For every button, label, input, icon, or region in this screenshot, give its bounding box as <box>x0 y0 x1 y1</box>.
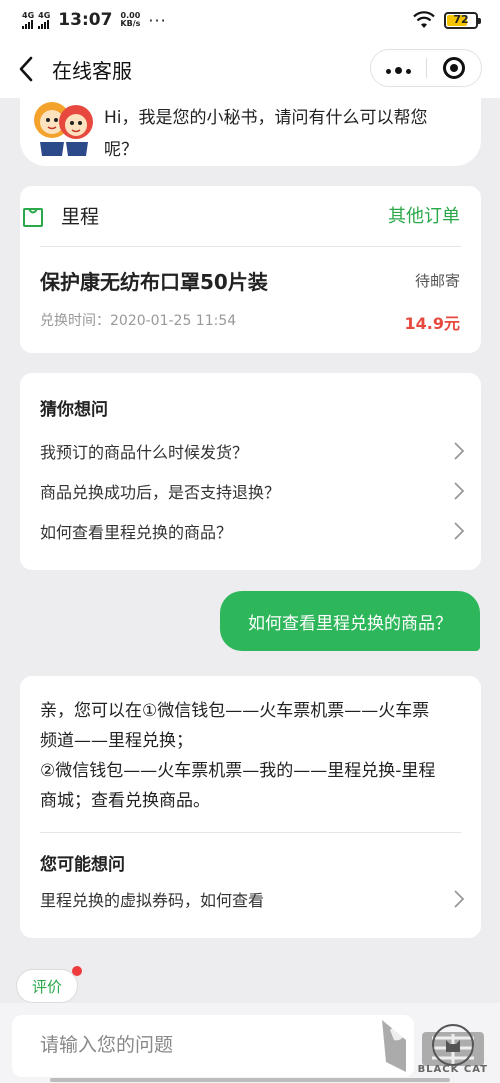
faq-item[interactable]: 如何查看里程兑换的商品？ <box>20 513 481 549</box>
rate-button[interactable]: 评价 <box>16 969 78 1003</box>
order-status: 待邮寄 <box>414 272 460 290</box>
status-bar: 4G 4G 13:07 0.00 KB/s ··· 72 <box>0 0 500 40</box>
bot-greeting-bubble: Hi，我是您的小秘书，请问有什么可以帮您呢？ <box>20 98 481 166</box>
divider <box>40 832 461 833</box>
chevron-right-icon <box>454 522 465 540</box>
nav-bar: 在线客服 <box>0 40 500 98</box>
notification-dots: ··· <box>148 10 167 30</box>
battery-icon: 72 <box>444 11 481 29</box>
chevron-right-icon <box>454 442 465 460</box>
answer-text-line: ②微信钱包——火车票机票—我的——里程兑换-里程 <box>40 761 436 781</box>
chat-area[interactable]: Hi，我是您的小秘书，请问有什么可以帮您呢？ 里程 其他订单 保护康无纺布口罩5… <box>0 98 500 1003</box>
page-title: 在线客服 <box>52 58 132 83</box>
back-icon <box>19 56 33 82</box>
close-miniprogram-button[interactable] <box>427 50 482 86</box>
faq-question: 商品兑换成功后，是否支持退换？ <box>40 483 281 502</box>
miniprogram-capsule <box>370 49 482 87</box>
target-icon <box>442 57 465 79</box>
faq-question: 我预订的商品什么时候发货？ <box>40 443 249 462</box>
redeem-time: 兑换时间：2020-01-25 11:54 <box>40 313 237 329</box>
order-price: 14.9元 <box>404 314 460 333</box>
related-question: 里程兑换的虚拟券码，如何查看 <box>40 891 265 910</box>
status-time: 13:07 <box>58 10 113 30</box>
mascot-avatar-icon <box>34 102 93 156</box>
chevron-right-icon <box>454 482 465 500</box>
answer-text-line: 频道——里程兑换； <box>40 731 193 751</box>
back-button[interactable] <box>0 40 52 98</box>
more-icon <box>384 59 413 78</box>
notification-badge <box>72 966 82 976</box>
signal-indicator-1: 4G <box>22 10 35 29</box>
divider <box>40 246 461 247</box>
product-name: 保护康无纺布口罩50片装 <box>40 270 268 294</box>
watermark-text: BLACK CAT <box>417 1064 488 1075</box>
shopping-bag-icon <box>23 208 43 227</box>
net-speed-unit: KB/s <box>120 19 141 28</box>
more-button[interactable] <box>371 50 426 86</box>
battery-level: 72 <box>453 12 469 26</box>
question-input-box[interactable] <box>12 1015 414 1077</box>
faq-question: 如何查看里程兑换的商品？ <box>40 523 233 542</box>
home-indicator <box>50 1078 450 1082</box>
signal-indicator-2: 4G <box>38 10 51 29</box>
other-orders-link[interactable]: 其他订单 <box>388 202 460 228</box>
wifi-icon <box>413 11 435 28</box>
faq-item[interactable]: 我预订的商品什么时候发货？ <box>20 433 481 469</box>
signal-label: 4G <box>38 10 51 20</box>
chevron-right-icon <box>454 890 465 908</box>
signal-bars-icon <box>38 19 50 29</box>
answer-text-line: 亲，您可以在①微信钱包——火车票机票——火车票 <box>40 701 430 721</box>
user-message-bubble: 如何查看里程兑换的商品？ <box>220 591 480 651</box>
related-item[interactable]: 里程兑换的虚拟券码，如何查看 <box>20 881 481 917</box>
net-speed: 0.00 KB/s <box>120 12 140 28</box>
greeting-text: Hi，我是您的小秘书，请问有什么可以帮您呢？ <box>104 108 428 160</box>
cat-logo-mark-icon <box>446 1040 460 1052</box>
answer-text-line: 商城；查看兑换商品。 <box>40 791 210 811</box>
faq-item[interactable]: 商品兑换成功后，是否支持退换？ <box>20 473 481 509</box>
signal-label: 4G <box>22 10 35 20</box>
question-input[interactable] <box>12 1015 414 1077</box>
signal-bars-icon <box>22 19 33 29</box>
order-brand: 里程 <box>61 206 100 228</box>
voice-button[interactable] <box>432 1024 474 1066</box>
related-title: 您可能想问 <box>40 855 125 875</box>
faq-title: 猜你想问 <box>40 400 108 420</box>
